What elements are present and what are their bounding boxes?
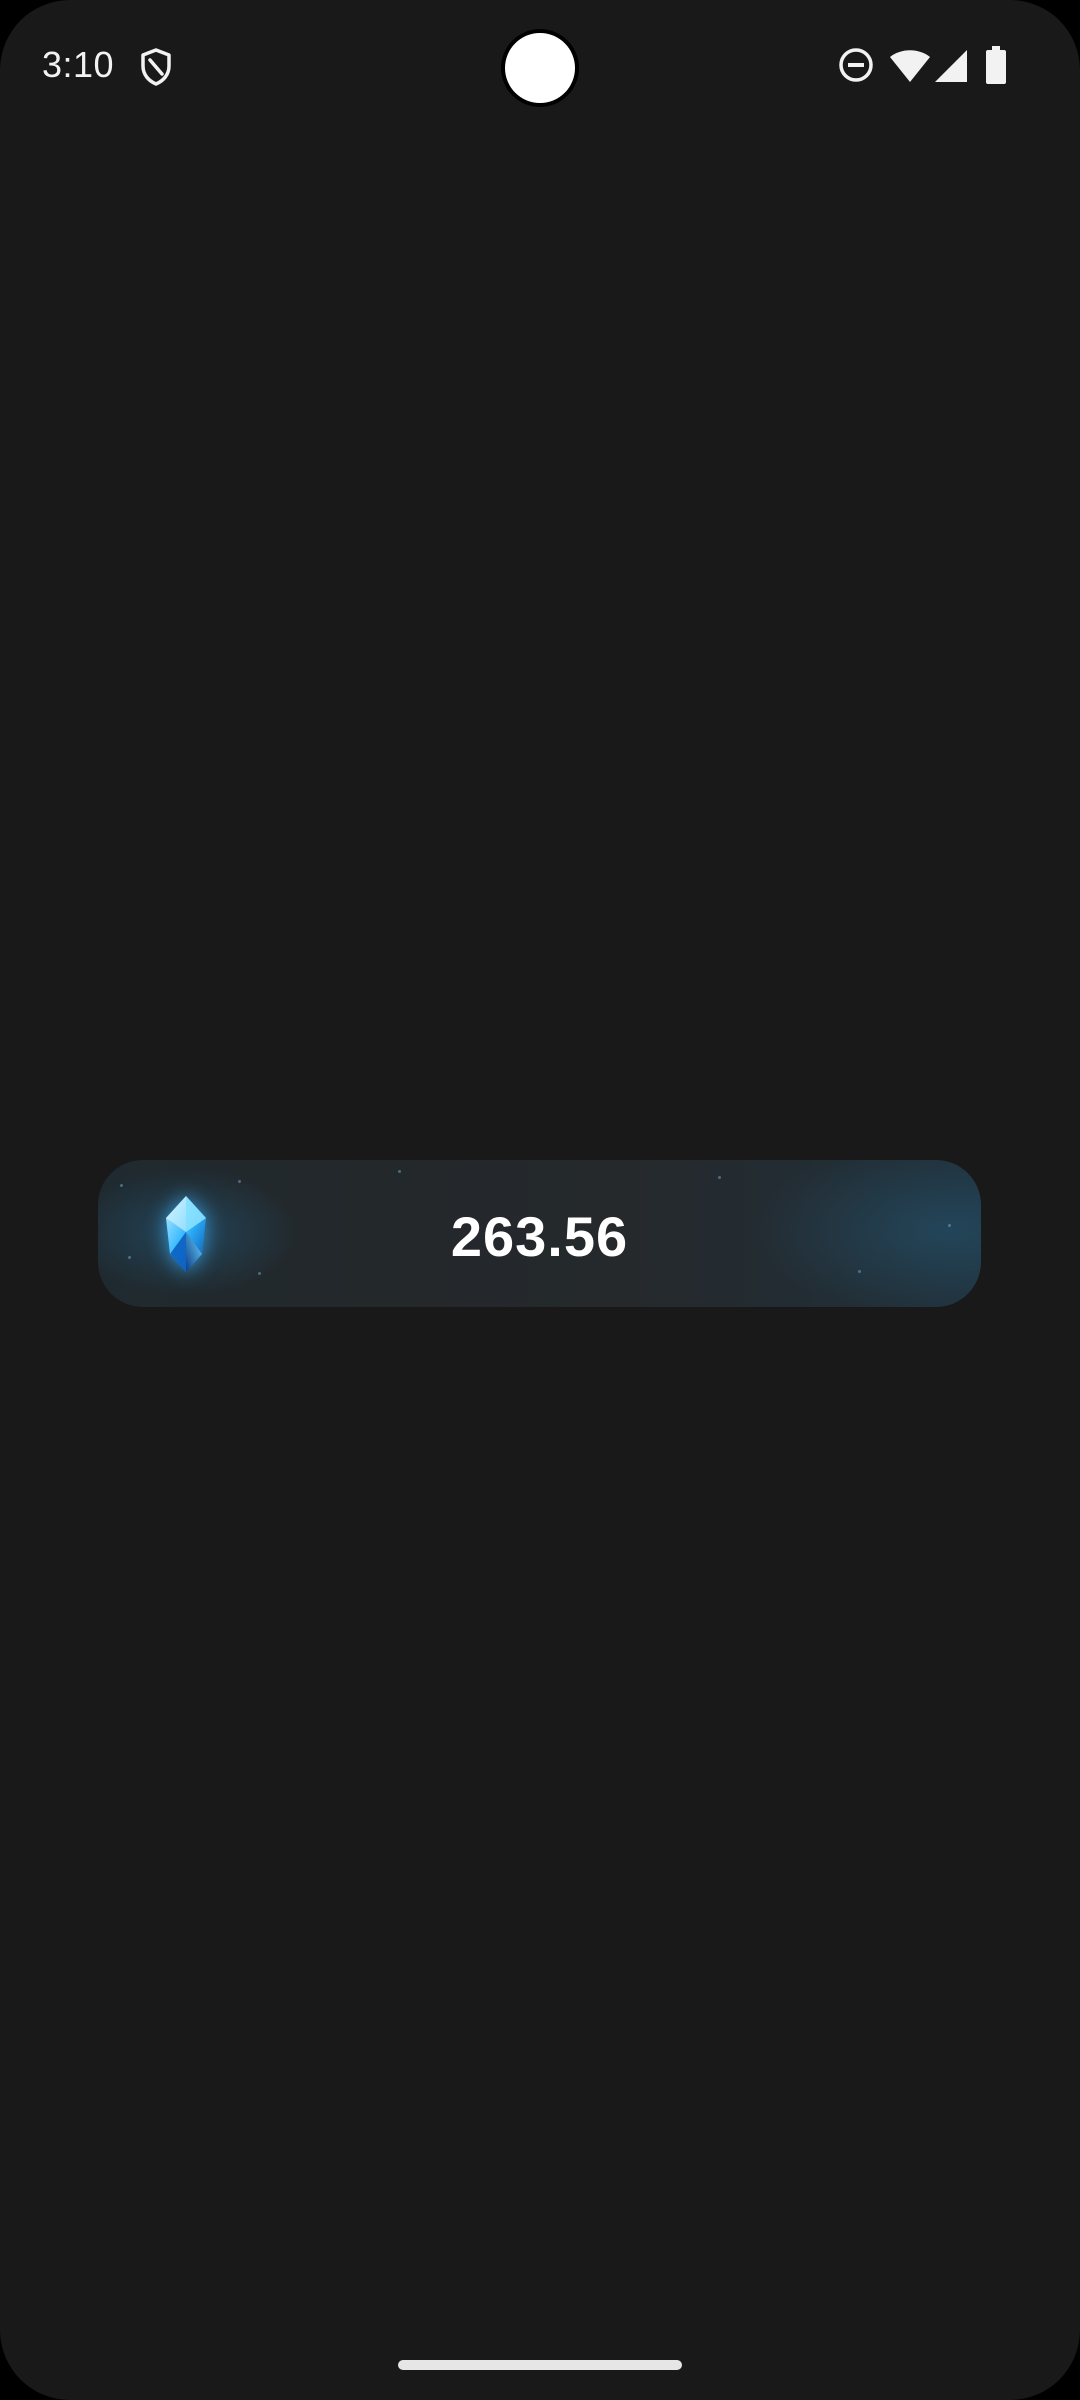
shield-icon [141, 48, 171, 86]
sparkle [238, 1180, 241, 1183]
status-time: 3:10 [42, 44, 115, 85]
do-not-disturb-icon [839, 48, 873, 82]
signal-icon [935, 50, 967, 82]
sparkle [258, 1272, 261, 1275]
status-bar: 3:10 [0, 0, 1080, 135]
sparkle [120, 1184, 123, 1187]
phone-screen: 3:10 263.56 [0, 0, 1080, 2400]
battery-icon [986, 46, 1006, 84]
home-indicator[interactable] [398, 2360, 682, 2370]
camera-cutout [505, 33, 575, 103]
wifi-icon [890, 50, 930, 82]
balance-value: 263.56 [450, 1205, 629, 1268]
sparkle [858, 1270, 861, 1273]
sparkle [398, 1170, 401, 1173]
balance-display[interactable]: 263.56 [98, 1160, 981, 1307]
sparkle [718, 1176, 721, 1179]
